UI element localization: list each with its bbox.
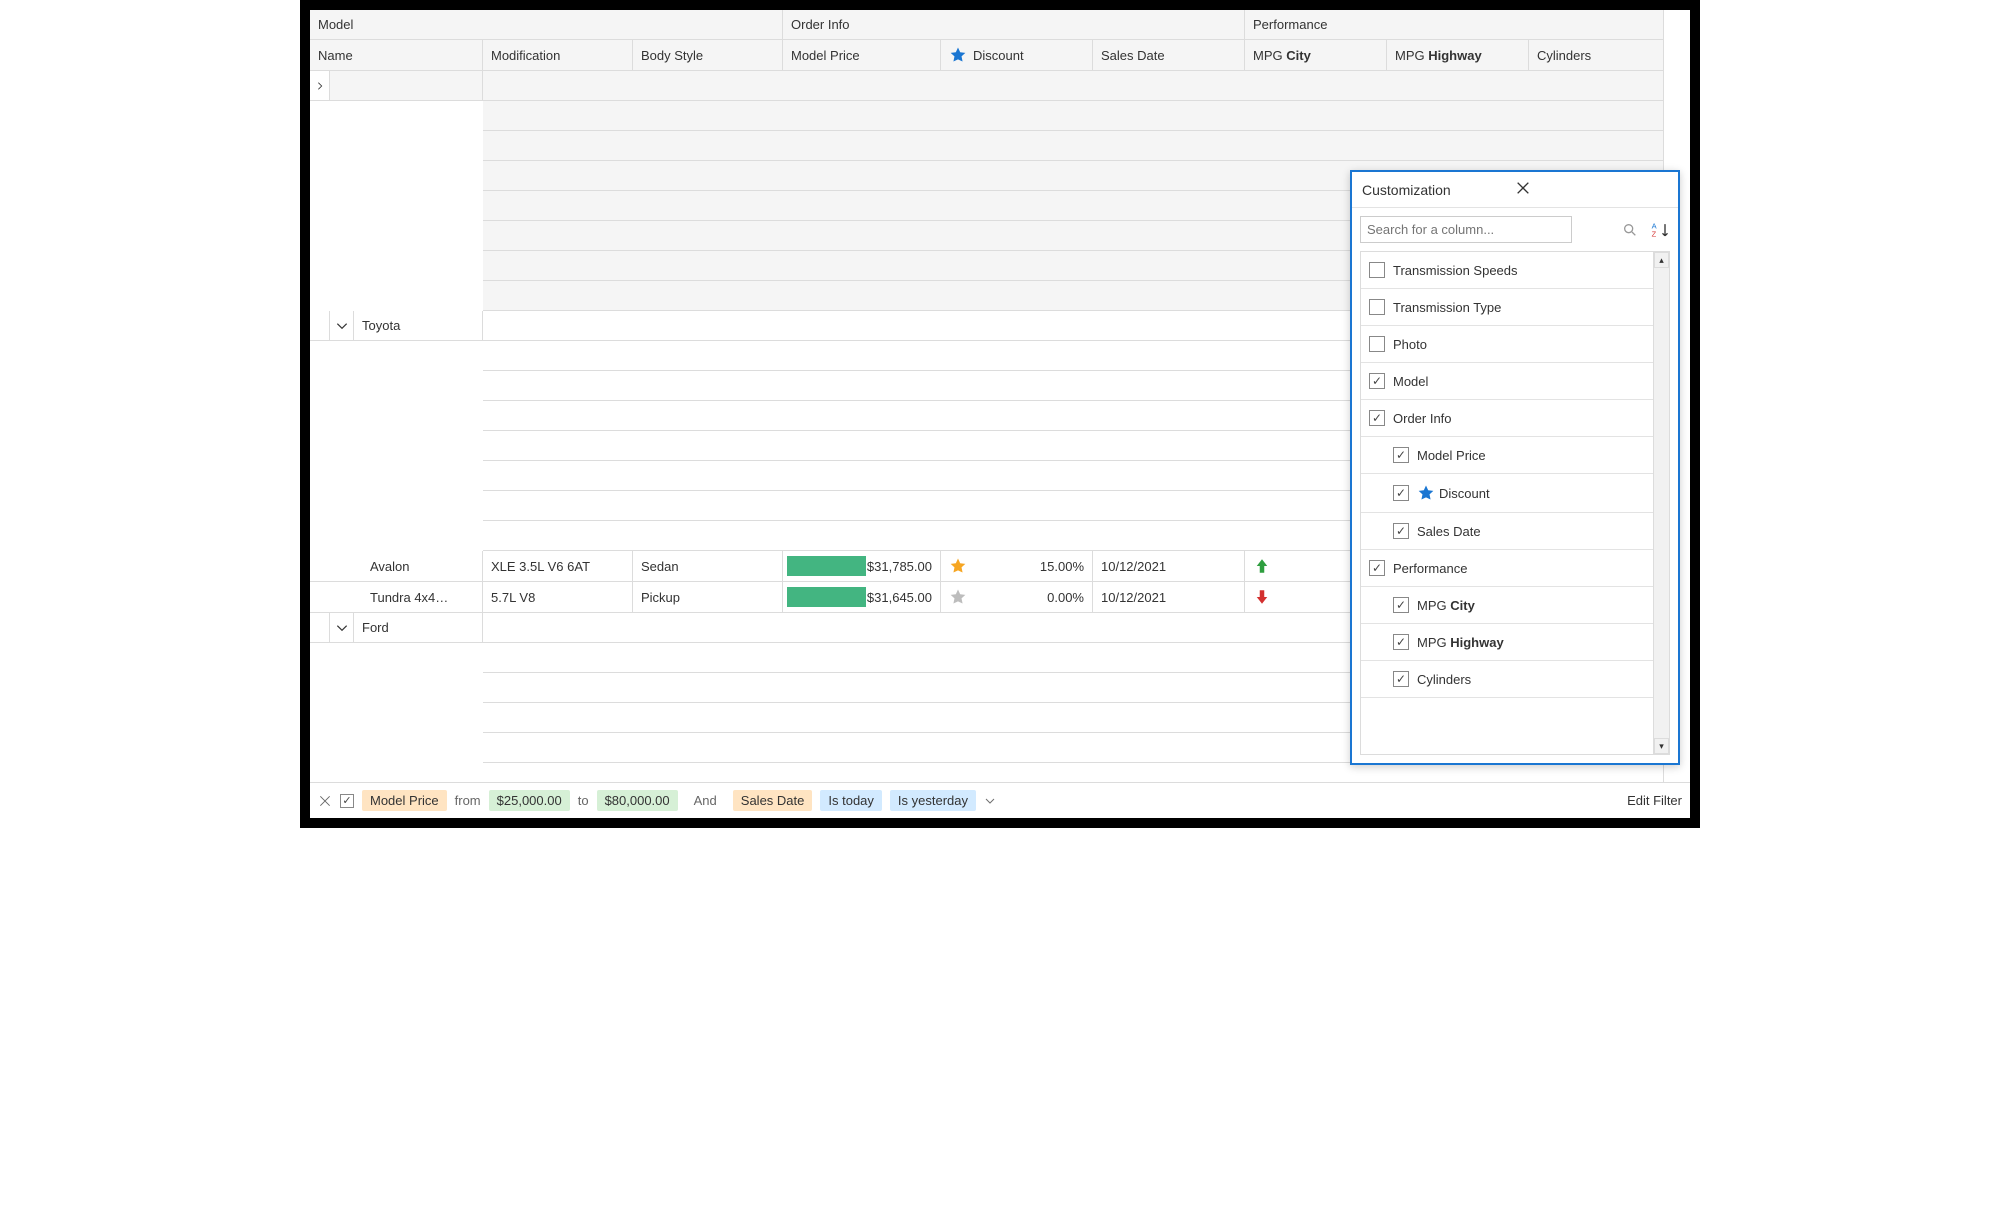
column-chooser-item[interactable]: Photo: [1361, 326, 1653, 363]
clear-filter-button[interactable]: [318, 794, 332, 808]
column-chooser-label: Sales Date: [1417, 524, 1481, 539]
col-modification[interactable]: Modification: [483, 40, 633, 71]
column-chooser-label: Cylinders: [1417, 672, 1471, 687]
cell-discount[interactable]: 0.00%: [941, 582, 1093, 613]
group-label: Ford: [354, 613, 483, 643]
column-chooser-label: Photo: [1393, 337, 1427, 352]
filter-value-chip[interactable]: $80,000.00: [597, 790, 678, 811]
col-cylinders[interactable]: Cylinders: [1529, 40, 1664, 71]
cell-modification[interactable]: XLE 3.5L V6 6AT: [483, 551, 633, 582]
star-icon: [949, 557, 967, 575]
filter-value-chip[interactable]: $25,000.00: [489, 790, 570, 811]
group-label: Toyota: [354, 311, 483, 341]
filter-enabled-checkbox[interactable]: [340, 794, 354, 808]
arrow-up-icon: [1253, 557, 1271, 575]
checkbox[interactable]: [1393, 634, 1409, 650]
sort-az-button[interactable]: AZ: [1650, 220, 1670, 240]
band-performance[interactable]: Performance: [1245, 10, 1664, 40]
column-chooser-item[interactable]: MPG City: [1361, 587, 1653, 624]
column-chooser-item[interactable]: Discount: [1361, 474, 1653, 513]
filter-text: And: [694, 793, 717, 808]
column-chooser-label: Model Price: [1417, 448, 1486, 463]
checkbox[interactable]: [1393, 597, 1409, 613]
checkbox[interactable]: [1369, 560, 1385, 576]
star-icon: [949, 588, 967, 606]
band-order-info[interactable]: Order Info: [783, 10, 1245, 40]
column-chooser-label: Performance: [1393, 561, 1467, 576]
column-chooser-label: Model: [1393, 374, 1428, 389]
col-sales-date[interactable]: Sales Date: [1093, 40, 1245, 71]
search-icon: [1622, 222, 1638, 238]
filter-dropdown-icon[interactable]: [984, 795, 996, 807]
column-chooser-item[interactable]: MPG Highway: [1361, 624, 1653, 661]
band-header-row: Model Order Info Performance: [310, 10, 1690, 40]
column-chooser-item[interactable]: Transmission Speeds: [1361, 252, 1653, 289]
column-chooser-item[interactable]: Order Info: [1361, 400, 1653, 437]
close-button[interactable]: [1515, 180, 1668, 199]
band-model[interactable]: Model: [310, 10, 783, 40]
checkbox[interactable]: [1393, 485, 1409, 501]
checkbox[interactable]: [1369, 373, 1385, 389]
star-icon: [1417, 484, 1435, 502]
col-model-price[interactable]: Model Price: [783, 40, 941, 71]
filter-text: from: [455, 793, 481, 808]
col-mpg-city[interactable]: MPG City: [1245, 40, 1387, 71]
scroll-down-button[interactable]: ▾: [1654, 738, 1669, 754]
column-chooser-label: MPG Highway: [1417, 635, 1504, 650]
checkbox[interactable]: [1369, 336, 1385, 352]
checkbox[interactable]: [1369, 262, 1385, 278]
column-chooser-item[interactable]: Sales Date: [1361, 513, 1653, 550]
cell-discount[interactable]: 15.00%: [941, 551, 1093, 582]
chevron-down-icon[interactable]: [335, 621, 349, 635]
column-search-input[interactable]: [1360, 216, 1572, 243]
column-chooser-label: Transmission Speeds: [1393, 263, 1518, 278]
col-name[interactable]: Name: [310, 40, 483, 71]
filter-operator-chip[interactable]: Is yesterday: [890, 790, 976, 811]
filter-column-chip[interactable]: Sales Date: [733, 790, 813, 811]
popup-title: Customization: [1362, 182, 1515, 198]
arrow-down-icon: [1253, 588, 1271, 606]
column-chooser-label: MPG City: [1417, 598, 1475, 613]
cell-model-price[interactable]: $31,645.00: [783, 582, 941, 613]
column-chooser-item[interactable]: Transmission Type: [1361, 289, 1653, 326]
cell-sales-date[interactable]: 10/12/2021: [1093, 582, 1245, 613]
checkbox[interactable]: [1393, 523, 1409, 539]
scroll-up-button[interactable]: ▴: [1654, 252, 1669, 268]
column-chooser-item[interactable]: Performance: [1361, 550, 1653, 587]
cell-body-style[interactable]: Pickup: [633, 582, 783, 613]
customization-popup[interactable]: Customization AZ Transmission Speeds Tra…: [1350, 170, 1680, 765]
column-chooser-label: Transmission Type: [1393, 300, 1501, 315]
filter-operator-chip[interactable]: Is today: [820, 790, 882, 811]
cell-modification[interactable]: 5.7L V8: [483, 582, 633, 613]
scrollbar[interactable]: ▴ ▾: [1653, 252, 1669, 754]
filter-text: to: [578, 793, 589, 808]
cell-name[interactable]: Avalon: [310, 551, 483, 582]
checkbox[interactable]: [1393, 671, 1409, 687]
column-chooser-label: Discount: [1439, 486, 1490, 501]
col-body-style[interactable]: Body Style: [633, 40, 783, 71]
cell-name[interactable]: Tundra 4x4…: [310, 582, 483, 613]
cell-body-style[interactable]: Sedan: [633, 551, 783, 582]
cell-sales-date[interactable]: 10/12/2021: [1093, 551, 1245, 582]
column-header-row: Name Modification Body Style Model Price…: [310, 40, 1690, 71]
edit-filter-button[interactable]: Edit Filter: [1627, 793, 1682, 808]
filter-bar: Model Price from $25,000.00 to $80,000.0…: [310, 782, 1690, 818]
col-discount[interactable]: Discount: [941, 40, 1093, 71]
star-icon: [949, 46, 967, 64]
chevron-down-icon[interactable]: [335, 319, 349, 333]
checkbox[interactable]: [1369, 299, 1385, 315]
col-mpg-highway[interactable]: MPG Highway: [1387, 40, 1529, 71]
cell-model-price[interactable]: $31,785.00: [783, 551, 941, 582]
column-chooser-item[interactable]: Model: [1361, 363, 1653, 400]
column-chooser-item[interactable]: Cylinders: [1361, 661, 1653, 698]
checkbox[interactable]: [1369, 410, 1385, 426]
column-chooser-label: Order Info: [1393, 411, 1452, 426]
column-chooser-item[interactable]: Model Price: [1361, 437, 1653, 474]
expand-handle-icon[interactable]: [310, 71, 330, 101]
checkbox[interactable]: [1393, 447, 1409, 463]
filter-column-chip[interactable]: Model Price: [362, 790, 447, 811]
svg-text:Z: Z: [1652, 229, 1657, 238]
